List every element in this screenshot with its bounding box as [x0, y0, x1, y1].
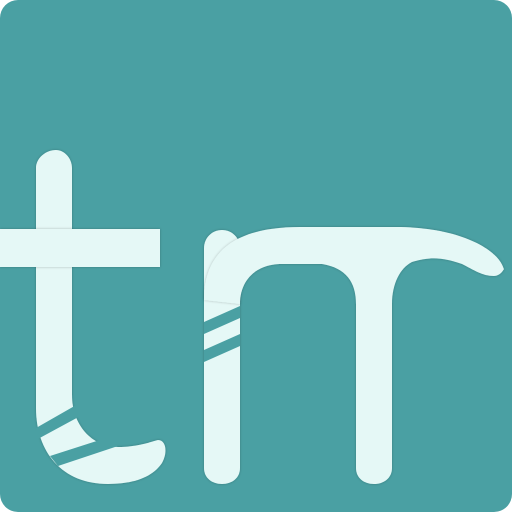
letter-t-crossbar: [0, 229, 160, 267]
tm-logo-icon: [0, 0, 512, 512]
app-icon: tm: [0, 0, 512, 512]
